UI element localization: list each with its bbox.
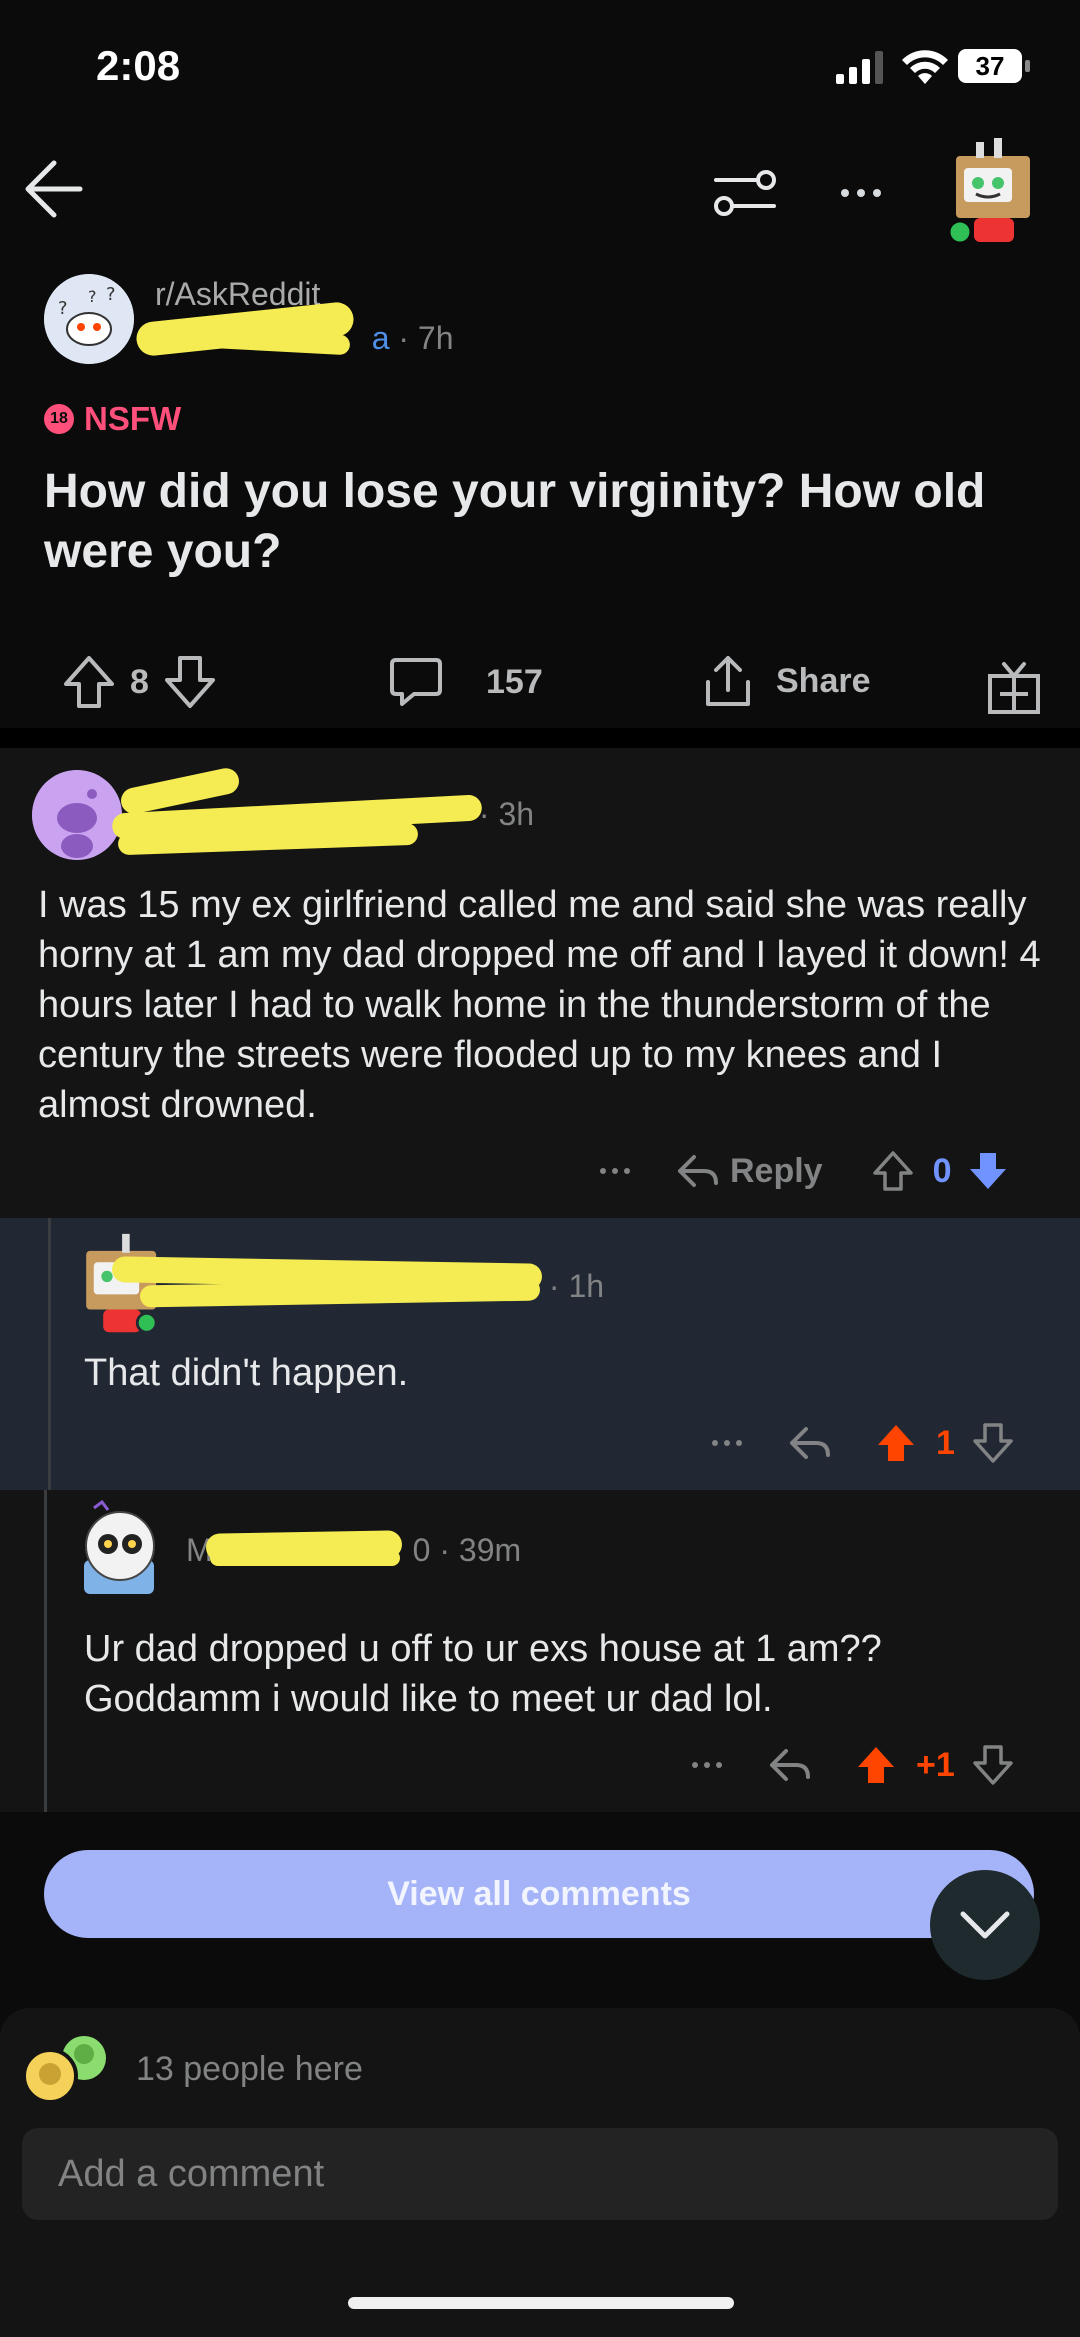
view-all-comments-button[interactable]: View all comments: [44, 1850, 1034, 1938]
comment-body: I was 15 my ex girlfriend called me and …: [38, 884, 1041, 1126]
user-avatar-icon[interactable]: [946, 136, 1046, 246]
thread-line: [48, 1218, 51, 1490]
post-age: 7h: [417, 320, 454, 356]
comment-highlighted: · 1h That didn't happen. 1: [0, 1218, 1080, 1490]
post-vote-group: 8: [62, 654, 217, 710]
comment: M0 · 39m Ur dad dropped u off to ur exs …: [0, 1490, 1080, 1812]
status-time: 2:08: [96, 42, 181, 89]
battery-indicator: 37: [958, 49, 1022, 83]
nsfw-tag: 18 NSFW: [44, 400, 181, 438]
comment-vote-count: 0: [932, 1151, 952, 1190]
downvote-icon[interactable]: [971, 1421, 1015, 1465]
presence-count: 13 people here: [136, 2050, 363, 2088]
share-label: Share: [776, 661, 871, 700]
comment-age: 3h: [498, 796, 535, 832]
presence-avatars-icon: [22, 2036, 106, 2104]
comment-count: 157: [486, 662, 543, 701]
sort-filter-icon[interactable]: [710, 158, 780, 228]
reply-button[interactable]: Reply: [730, 1152, 823, 1191]
upvote-icon[interactable]: [62, 654, 116, 710]
more-options-icon[interactable]: [600, 1168, 630, 1174]
downvote-icon[interactable]: [971, 1743, 1015, 1787]
comment-author-end: 0: [412, 1532, 431, 1568]
comment-action-bar: Reply 0: [600, 1146, 1050, 1196]
wifi-icon: [902, 50, 948, 84]
commenter-avatar[interactable]: [32, 770, 122, 860]
comment-vote-count: +1: [916, 1745, 955, 1784]
comment-age: 39m: [458, 1532, 522, 1568]
upvote-active-icon[interactable]: [854, 1743, 898, 1787]
status-bar: 2:08 37: [0, 0, 1080, 130]
section-divider: [0, 728, 1080, 748]
snoo-avatar-icon: [32, 770, 122, 860]
more-options-icon[interactable]: [712, 1440, 742, 1446]
thread-line: [44, 1490, 47, 1812]
add-comment-input[interactable]: Add a comment: [22, 2128, 1058, 2220]
comments-button[interactable]: 157: [388, 654, 543, 710]
more-options-button[interactable]: [826, 158, 896, 228]
post-author-tail: a: [371, 320, 390, 356]
share-button[interactable]: Share: [700, 652, 871, 710]
comment-age: 1h: [568, 1268, 605, 1304]
svg-text:?: ?: [58, 298, 68, 319]
battery-tip: [1025, 60, 1030, 72]
upvote-active-icon[interactable]: [874, 1421, 918, 1465]
back-arrow-icon[interactable]: [18, 152, 92, 226]
comment-body: Ur dad dropped u off to ur exs house at …: [84, 1628, 882, 1720]
reply-arrow-icon[interactable]: [768, 1745, 812, 1785]
nsfw-icon: 18: [44, 404, 74, 434]
commenter-avatar-icon[interactable]: [74, 1500, 170, 1600]
reply-arrow-icon[interactable]: [788, 1423, 832, 1463]
share-icon: [706, 656, 750, 706]
comment-action-bar: +1: [692, 1740, 1052, 1790]
comment-body: That didn't happen.: [84, 1352, 409, 1394]
home-indicator[interactable]: [348, 2297, 734, 2309]
downvote-icon[interactable]: [163, 654, 217, 710]
comment: · 3h I was 15 my ex girlfriend called me…: [0, 748, 1080, 1218]
comment-vote-count: 1: [936, 1423, 955, 1462]
comment-action-bar: 1: [712, 1418, 1052, 1468]
scroll-down-button[interactable]: [930, 1870, 1040, 1980]
nsfw-label: NSFW: [84, 400, 182, 437]
askreddit-snoo-icon: ? ? ?: [44, 274, 134, 364]
svg-text:?: ?: [106, 284, 116, 305]
chevron-down-icon: [960, 1911, 1010, 1939]
comment-composer-footer: 13 people here Add a comment: [0, 2008, 1080, 2337]
upvote-icon[interactable]: [871, 1149, 915, 1193]
more-options-icon[interactable]: [692, 1762, 722, 1768]
post-title: How did you lose your virginity? How old…: [44, 465, 986, 578]
subreddit-avatar[interactable]: ? ? ?: [44, 274, 134, 364]
commenter-avatar-icon[interactable]: [76, 1232, 172, 1336]
downvote-active-icon[interactable]: [966, 1149, 1010, 1193]
post-vote-count: 8: [130, 662, 149, 701]
cellular-signal-icon: [836, 51, 883, 84]
redaction-mark: [210, 1550, 400, 1566]
svg-text:?: ?: [88, 287, 97, 306]
post: ? ? ? r/AskReddit u/a · 7h 18 NSFW How d…: [0, 250, 1080, 728]
post-action-bar: 8 157 Share: [0, 640, 1080, 730]
award-gift-icon[interactable]: [986, 660, 1042, 716]
comment-bubble-icon: [390, 658, 442, 706]
reply-arrow-icon[interactable]: [676, 1151, 720, 1191]
top-nav: [0, 130, 1080, 250]
